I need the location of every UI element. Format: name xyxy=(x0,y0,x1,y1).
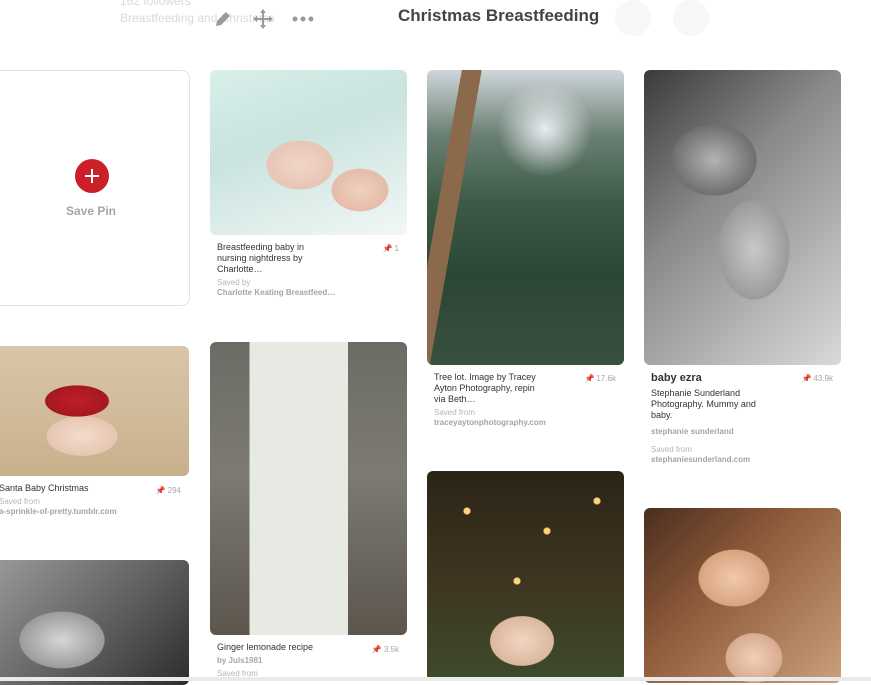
saved-by-label: Saved by xyxy=(217,278,251,287)
pin-image[interactable] xyxy=(427,70,624,365)
pin-card-baby-ezra[interactable]: 📌 43.9k baby ezra Stephanie Sunderland Ph… xyxy=(644,70,841,465)
repin-count: 📌 294 xyxy=(155,486,181,495)
pin-image[interactable] xyxy=(644,70,841,365)
repin-count: 📌 3.5k xyxy=(371,645,399,654)
pin-icon: 📌 xyxy=(584,374,595,383)
more-icon[interactable] xyxy=(292,8,314,30)
pin-image[interactable] xyxy=(210,70,407,235)
pin-card-trees[interactable]: 📌 17.6k Tree lot. Image by Tracey Ayton P… xyxy=(427,70,624,428)
pin-source-link[interactable]: a-sprinkle-of-pretty.tumblr.com xyxy=(0,507,189,517)
follower-count: 162 followers xyxy=(120,0,191,8)
pin-card-lemonade[interactable]: 📌 3.5k Ginger lemonade recipe by Juls1981… xyxy=(210,342,407,679)
pencil-icon[interactable] xyxy=(212,8,234,30)
save-pin-label: Save Pin xyxy=(65,204,117,218)
pin-image[interactable] xyxy=(644,508,841,683)
add-pin-button[interactable] xyxy=(75,159,109,193)
pin-card-smiling-mother[interactable] xyxy=(644,508,841,683)
board-title: Christmas Breastfeeding xyxy=(398,6,600,25)
plus-icon xyxy=(85,169,99,183)
pin-author-link[interactable]: by Juls1981 xyxy=(217,656,407,666)
collaborator-avatar[interactable] xyxy=(673,0,709,36)
pin-card-lights-baby[interactable] xyxy=(427,471,624,681)
collaborator-avatar[interactable] xyxy=(615,0,651,36)
pin-image[interactable] xyxy=(0,346,189,476)
pin-icon: 📌 xyxy=(801,374,812,383)
pin-description[interactable]: Ginger lemonade recipe xyxy=(217,642,327,653)
pin-author-link[interactable]: stephanie sunderland xyxy=(651,427,841,437)
move-icon[interactable] xyxy=(252,8,274,30)
pin-icon: 📌 xyxy=(382,244,393,253)
saved-from-label: Saved from xyxy=(0,497,40,506)
repin-count: 📌 17.6k xyxy=(584,374,616,383)
pin-description[interactable]: Stephanie Sunderland Photography. Mummy … xyxy=(651,388,776,421)
pin-description[interactable]: Santa Baby Christmas xyxy=(0,483,109,494)
saved-from-label: Saved from xyxy=(434,408,475,417)
pin-source-link[interactable]: traceyaytonphotography.com xyxy=(434,418,624,428)
pin-image[interactable] xyxy=(0,560,189,685)
board-actions xyxy=(212,8,314,30)
pin-icon: 📌 xyxy=(155,486,166,495)
pin-card-bw-baby[interactable] xyxy=(0,560,189,685)
bottom-divider xyxy=(0,677,871,681)
pin-source-link[interactable]: stephaniesunderland.com xyxy=(651,455,841,465)
saved-by-board-link[interactable]: Charlotte Keating Breastfeed… xyxy=(217,288,407,298)
pin-card-santa[interactable]: 📌 294 Santa Baby Christmas Saved from a-s… xyxy=(0,346,189,517)
board-header: 162 followers Breastfeeding and Christma… xyxy=(0,0,871,44)
pin-card-nursing[interactable]: 📌 1 Breastfeeding baby in nursing nightdr… xyxy=(210,70,407,298)
pin-description[interactable]: Tree lot. Image by Tracey Ayton Photogra… xyxy=(434,372,544,405)
pin-image[interactable] xyxy=(210,342,407,635)
saved-from-label: Saved from xyxy=(651,445,692,454)
repin-count: 📌 1 xyxy=(382,244,399,253)
pin-icon: 📌 xyxy=(371,645,382,654)
repin-count: 📌 43.9k xyxy=(801,374,833,383)
save-pin-card[interactable]: Save Pin xyxy=(0,70,190,306)
pin-image[interactable] xyxy=(427,471,624,681)
pin-description[interactable]: Breastfeeding baby in nursing nightdress… xyxy=(217,242,327,275)
